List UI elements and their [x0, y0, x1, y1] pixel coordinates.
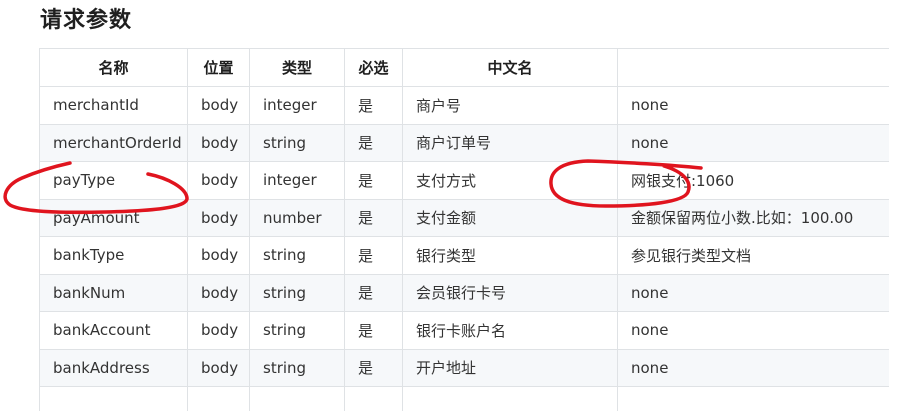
table-row: bankType body string 是银行类型 参见银行类型文档: [39, 236, 889, 275]
param-required-cell: 是: [344, 348, 403, 387]
param-name-cell: payType: [39, 161, 188, 200]
param-cn-name-cell: 银行类型: [402, 236, 618, 275]
param-cn-name-cell: 支付方式: [402, 161, 618, 200]
param-cn-name-cell: 开户地址: [402, 348, 618, 387]
header-description: [617, 48, 889, 87]
param-desc-cell: none: [617, 123, 889, 162]
param-type-cell: string: [249, 123, 345, 162]
param-desc-cell: 参见银行类型文档: [617, 236, 889, 275]
param-name-cell: payAmount: [39, 198, 188, 237]
header-name: 名称: [39, 48, 188, 87]
param-name-cell: bankNum: [39, 273, 188, 312]
header-required: 必选: [344, 48, 403, 87]
param-type-cell: integer: [249, 161, 345, 200]
param-type-cell: number: [249, 198, 345, 237]
param-required-cell: [344, 386, 403, 411]
param-cn-name-cell: 支付金额: [402, 198, 618, 237]
param-in-cell: body: [187, 273, 250, 312]
param-type-cell: [249, 386, 345, 411]
param-desc-cell: none: [617, 311, 889, 350]
param-required-cell: 是: [344, 273, 403, 312]
param-required-cell: 是: [344, 311, 403, 350]
param-in-cell: body: [187, 236, 250, 275]
param-required-cell: 是: [344, 86, 403, 125]
table-row: payType body integer 是支付方式 网银支付:1060: [39, 161, 889, 200]
param-type-cell: string: [249, 273, 345, 312]
table-row: bankAccount body string 是银行卡账户名 none: [39, 311, 889, 350]
param-in-cell: body: [187, 348, 250, 387]
table-header-row: 名称 位置 类型 必选 中文名: [39, 48, 889, 87]
param-name-cell: merchantId: [39, 86, 188, 125]
param-type-cell: integer: [249, 86, 345, 125]
param-cn-name-cell: 商户号: [402, 86, 618, 125]
param-name-cell: [39, 386, 188, 411]
param-name-cell: bankAccount: [39, 311, 188, 350]
param-in-cell: body: [187, 198, 250, 237]
table-row: merchantOrderId body string 是商户订单号 none: [39, 123, 889, 162]
param-desc-cell: [617, 386, 889, 411]
request-params-table-container: 名称 位置 类型 必选 中文名 merchantId body integer 是商户…: [39, 48, 889, 411]
api-doc-page: 请求参数 名称 位置 类型 必选 中文名 merchantId body integ…: [0, 0, 903, 411]
param-desc-cell: 金额保留两位小数.比如：100.00: [617, 198, 889, 237]
param-required-cell: 是: [344, 161, 403, 200]
param-in-cell: [187, 386, 250, 411]
param-in-cell: body: [187, 123, 250, 162]
param-in-cell: body: [187, 161, 250, 200]
section-title: 请求参数: [40, 8, 133, 33]
param-type-cell: string: [249, 236, 345, 275]
table-row: bankAddress body string 是开户地址 none: [39, 348, 889, 387]
param-cn-name-cell: [402, 386, 618, 411]
table-row: merchantId body integer 是商户号 none: [39, 86, 889, 125]
param-type-cell: string: [249, 311, 345, 350]
header-cn-name: 中文名: [402, 48, 618, 87]
table-row: bankNum body string 是会员银行卡号 none: [39, 273, 889, 312]
param-name-cell: bankAddress: [39, 348, 188, 387]
param-cn-name-cell: 商户订单号: [402, 123, 618, 162]
param-required-cell: 是: [344, 236, 403, 275]
param-desc-cell: none: [617, 348, 889, 387]
param-cn-name-cell: 银行卡账户名: [402, 311, 618, 350]
param-type-cell: string: [249, 348, 345, 387]
param-desc-cell: none: [617, 273, 889, 312]
param-in-cell: body: [187, 86, 250, 125]
table-row: payAmount body number 是支付金额 金额保留两位小数.比如：100.…: [39, 198, 889, 237]
param-cn-name-cell: 会员银行卡号: [402, 273, 618, 312]
param-name-cell: bankType: [39, 236, 188, 275]
table-body: merchantId body integer 是商户号 none merchantOrd…: [39, 86, 889, 411]
header-type: 类型: [249, 48, 345, 87]
header-in: 位置: [187, 48, 250, 87]
request-params-table: 名称 位置 类型 必选 中文名 merchantId body integer 是商户…: [39, 48, 889, 411]
param-required-cell: 是: [344, 123, 403, 162]
param-name-cell: merchantOrderId: [39, 123, 188, 162]
param-in-cell: body: [187, 311, 250, 350]
param-desc-cell: none: [617, 86, 889, 125]
param-required-cell: 是: [344, 198, 403, 237]
param-desc-cell: 网银支付:1060: [617, 161, 889, 200]
table-row: [39, 386, 889, 411]
